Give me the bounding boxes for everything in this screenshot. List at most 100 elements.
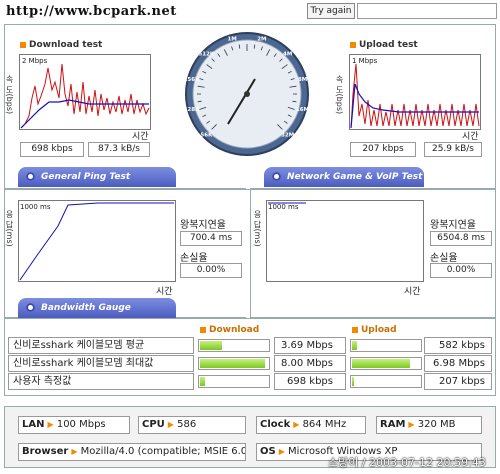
gauge-label: 1M (227, 36, 236, 42)
bullet-icon (20, 41, 26, 48)
clock-value: 864 MHz (302, 419, 347, 430)
download-kBs: 87.3 kB/s (88, 142, 150, 157)
download-gauge-value: 3.69 Mbps (274, 337, 346, 354)
speed-gauge: 56K 128K 256K 512K 1M 2M 4M 8M 16M 32M (184, 32, 309, 156)
upload-kbps: 207 kbps (350, 142, 416, 157)
upload-header: Upload (352, 325, 397, 335)
download-title: Download test (20, 40, 102, 50)
cpu-value: 586 (177, 419, 197, 430)
ram-label: RAM (380, 419, 406, 430)
upload-gauge-bar (350, 357, 422, 370)
ping-left-rtt-label: 왕복지연율 (180, 220, 226, 231)
ping-right-loss-value: 0.00% (430, 263, 492, 278)
download-gauge-fill (200, 377, 205, 386)
download-gauge-fill (200, 359, 265, 368)
upload-gauge-bar (350, 339, 422, 352)
tab-bullet-icon (26, 172, 35, 181)
ping-right-rtt-value: 6504.8 ms (430, 231, 492, 246)
gauge-label: 4M (283, 51, 292, 57)
bullet-icon (200, 326, 206, 333)
upload-x-axis: 시간 (462, 132, 479, 142)
download-gauge-bar (198, 339, 270, 352)
site-url: http://www.bcpark.net (6, 4, 177, 19)
download-plot (19, 54, 151, 130)
download-gauge-value: 698 kbps (274, 373, 346, 390)
download-header-text: Download (209, 325, 260, 335)
browser-label: Browser (22, 446, 69, 457)
download-x-axis: 시간 (132, 132, 149, 142)
ping-left-plot (18, 200, 176, 282)
clock-info: Clock ▶ 864 MHz (256, 416, 366, 434)
upload-title-text: Upload test (359, 40, 418, 50)
ping-left-y-axis: 응 답(ms) (5, 209, 14, 247)
download-max-label: 2 Mbps (22, 57, 48, 65)
tab-bandwidth-gauge-label: Bandwidth Gauge (41, 303, 131, 313)
gauge-label: 128K (184, 107, 200, 113)
ping-left-x-axis: 시간 (156, 287, 173, 297)
ping-right-y-axis: 응 답(ms) (253, 209, 262, 247)
download-gauge-bar (198, 375, 270, 388)
address-input[interactable] (357, 3, 497, 19)
gauge-label: 32M (281, 133, 294, 139)
upload-gauge-fill (352, 341, 357, 350)
gauge-label: 512K (198, 51, 214, 57)
upload-gauge-value: 582 kbps (424, 337, 492, 354)
ping-left-max-label: 1000 ms (20, 203, 51, 211)
os-label: OS (260, 446, 276, 457)
arrow-icon: ▶ (167, 420, 174, 429)
gauge-label: 56K (200, 133, 213, 139)
upload-gauge-fill (352, 359, 410, 368)
browser-value: Mozilla/4.0 (compatible; MSIE 6.0 (80, 446, 246, 457)
lan-info: LAN ▶ 100 Mbps (18, 416, 130, 434)
ping-right-rtt-label: 왕복지연율 (430, 220, 476, 231)
ping-right-max-label: 1000 ms (268, 203, 299, 211)
tab-bandwidth-gauge[interactable]: Bandwidth Gauge (18, 298, 176, 318)
arrow-icon: ▶ (71, 447, 78, 456)
browser-info: Browser ▶ Mozilla/4.0 (compatible; MSIE 6… (18, 443, 246, 461)
upload-max-label: 1 Mbps (352, 57, 378, 65)
upload-gauge-bar (350, 375, 422, 388)
download-kbps: 698 kbps (20, 142, 84, 157)
gauge-row-label: 신비로sshark 케이블모뎀 최대값 (8, 355, 194, 372)
ping-left-rtt-value: 700.4 ms (180, 231, 242, 246)
download-gauge-bar (198, 357, 270, 370)
cpu-label: CPU (142, 419, 165, 430)
lan-label: LAN (22, 419, 45, 430)
try-again-button[interactable]: Try again (307, 3, 355, 19)
ping-right-x-axis: 시간 (404, 287, 421, 297)
tab-general-ping-label: General Ping Test (41, 172, 131, 182)
bullet-icon (352, 326, 358, 333)
gauge-label: 16M (296, 107, 309, 113)
bullet-icon (350, 41, 356, 48)
ram-value: 320 MB (417, 419, 456, 430)
ping-left-loss-label: 손실율 (180, 253, 208, 264)
upload-plot (349, 54, 481, 130)
lan-value: 100 Mbps (56, 419, 106, 430)
download-title-text: Download test (29, 40, 103, 50)
download-gauge-fill (200, 341, 222, 350)
gauge-label: 8M (298, 77, 307, 83)
upload-title: Upload test (350, 40, 418, 50)
ping-right-loss-label: 손실율 (430, 253, 458, 264)
download-y-axis: 속 도(bps) (5, 75, 14, 115)
ping-right-plot (266, 200, 424, 282)
clock-label: Clock (260, 419, 291, 430)
gauge-row-label: 신비로sshark 케이블모뎀 평균 (8, 337, 194, 354)
upload-header-text: Upload (361, 325, 397, 335)
tab-general-ping-test[interactable]: General Ping Test (18, 167, 176, 187)
download-gauge-value: 8.00 Mbps (274, 355, 346, 372)
arrow-icon: ▶ (408, 420, 415, 429)
cpu-info: CPU ▶ 586 (138, 416, 246, 434)
ram-info: RAM ▶ 320 MB (376, 416, 482, 434)
ping-left-loss-value: 0.00% (180, 263, 242, 278)
gauge-label: 256K (184, 77, 200, 83)
upload-kBs: 25.9 kB/s (424, 142, 482, 157)
tab-network-game-voip-test[interactable]: Network Game & VoIP Test (264, 167, 424, 187)
arrow-icon: ▶ (47, 420, 54, 429)
tab-bullet-icon (272, 172, 281, 181)
upload-gauge-fill (352, 377, 355, 386)
gauge-row-label: 사용자 측정값 (8, 373, 194, 390)
tab-network-game-label: Network Game & VoIP Test (287, 172, 423, 182)
watermark: 소망이 / 2003-07-12 20:59:43 (328, 456, 486, 469)
upload-gauge-value: 6.98 Mbps (424, 355, 492, 372)
